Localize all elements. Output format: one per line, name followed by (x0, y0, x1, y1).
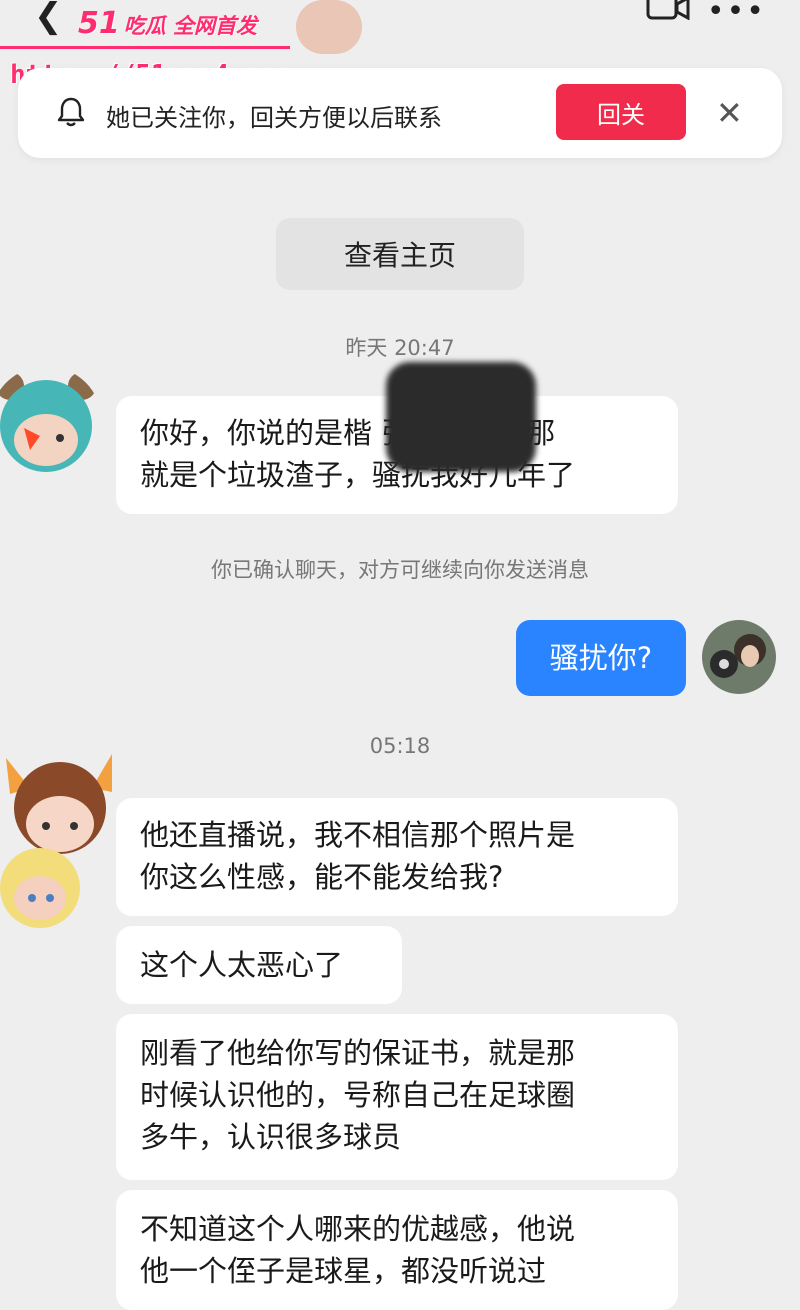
bell-icon (57, 97, 85, 127)
more-icon[interactable]: ••• (707, 0, 766, 29)
message-bubble: 不知道这个人哪来的优越感，他说 他一个侄子是球星，都没听说过 (116, 1190, 678, 1310)
watermark-avatar (296, 0, 362, 54)
watermark-logo: 51 吃瓜 全网首发 (78, 6, 257, 41)
system-notice: 你已确认聊天，对方可继续向你发送消息 (211, 558, 589, 582)
message-bubble: 他还直播说，我不相信那个照片是 你这么性感，能不能发给我? (116, 798, 678, 916)
my-message-bubble: 骚扰你? (516, 620, 686, 696)
close-icon[interactable]: ✕ (716, 94, 743, 132)
message-bubble: 刚看了他给你写的保证书，就是那 时候认识他的，号称自己在足球圈 多牛，认识很多球… (116, 1014, 678, 1180)
timestamp: 昨天 20:47 (345, 336, 455, 360)
my-avatar[interactable] (702, 620, 776, 694)
avatar[interactable] (0, 748, 126, 928)
watermark-logo-number: 51 (78, 6, 120, 41)
watermark-tagline: 吃瓜 全网首发 (123, 14, 258, 38)
message-bubble: 这个人太恶心了 (116, 926, 402, 1004)
chevron-left-icon[interactable]: ❮ (34, 0, 63, 36)
redaction-blur (386, 362, 536, 472)
follow-back-notice: 她已关注你，回关方便以后联系 回关 ✕ (18, 68, 782, 158)
follow-back-button[interactable]: 回关 (556, 84, 686, 140)
video-call-icon[interactable] (646, 0, 690, 20)
watermark-underline (0, 46, 290, 49)
notice-text: 她已关注你，回关方便以后联系 (106, 104, 442, 132)
avatar[interactable] (0, 366, 102, 478)
view-profile-button[interactable]: 查看主页 (276, 218, 524, 290)
